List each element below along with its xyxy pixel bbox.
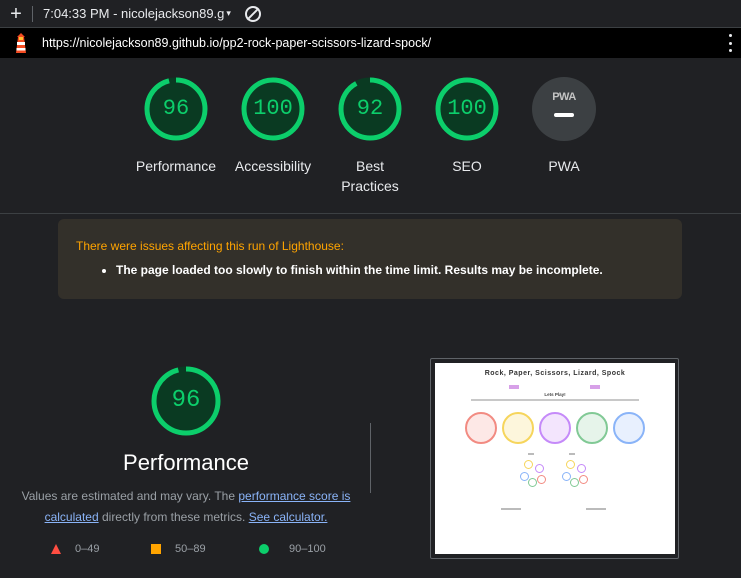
screenshot-title: Rock, Paper, Scissors, Lizard, Spock xyxy=(484,370,626,377)
description-text: Values are estimated and may vary. The xyxy=(21,489,239,503)
legend-pass: 90–100 xyxy=(259,543,326,555)
pwa-dash xyxy=(554,113,574,117)
performance-score: 96 xyxy=(171,387,201,414)
legend-range: 0–49 xyxy=(75,543,100,555)
gauge-value: 92 xyxy=(356,96,384,121)
gauge-label: PWA xyxy=(548,158,580,174)
paper-icon xyxy=(502,412,534,444)
pwa-badge-icon: PWA xyxy=(532,77,596,141)
performance-description: Values are estimated and may vary. The p… xyxy=(20,486,352,528)
gauge-label: SEO xyxy=(452,158,482,174)
description-text: directly from these metrics. xyxy=(98,510,249,524)
gauge-ring: 92 xyxy=(337,76,403,142)
page-screenshot[interactable]: Rock, Paper, Scissors, Lizard, Spock Let… xyxy=(435,363,675,554)
choice-icon xyxy=(535,464,544,473)
circle-icon xyxy=(259,544,269,554)
calculator-link[interactable]: See calculator. xyxy=(249,510,328,524)
triangle-icon xyxy=(51,544,61,554)
chevron-down-icon[interactable]: ▾ xyxy=(226,8,231,19)
url-bar: https://nicolejackson89.github.io/pp2-ro… xyxy=(0,28,741,58)
screenshot-pill xyxy=(509,385,519,389)
gauge-performance[interactable]: 96 Performance xyxy=(127,76,225,176)
gauge-value: 96 xyxy=(162,96,190,121)
screenshot-label xyxy=(528,453,534,455)
page-url[interactable]: https://nicolejackson89.github.io/pp2-ro… xyxy=(42,36,431,50)
legend-fail: 0–49 xyxy=(51,543,99,555)
gauge-pwa[interactable]: PWA PWA xyxy=(515,76,613,176)
more-options-icon[interactable] xyxy=(729,34,733,52)
session-bar: + 7:04:33 PM - nicolejackson89.g ▾ xyxy=(0,0,741,28)
screenshot-pill xyxy=(590,385,600,389)
square-icon xyxy=(151,544,161,554)
gauge-label: Accessibility xyxy=(234,158,312,174)
screenshot-footer-text xyxy=(586,508,606,510)
gauge-value: 100 xyxy=(253,96,293,121)
choice-icon xyxy=(537,475,546,484)
screenshot-label xyxy=(569,453,575,455)
score-gauges: 96 Performance 100 Accessibility 92 Best… xyxy=(0,58,741,214)
legend-average: 50–89 xyxy=(151,543,206,555)
gauge-label: Best Practices xyxy=(341,158,399,194)
choice-icon xyxy=(528,478,537,487)
pwa-badge-text: PWA xyxy=(552,91,576,103)
performance-gauge: 96 xyxy=(150,365,222,437)
screenshot-footer-text xyxy=(501,508,521,510)
performance-title: Performance xyxy=(123,450,249,475)
choice-icon xyxy=(579,475,588,484)
warning-title: There were issues affecting this run of … xyxy=(76,239,344,253)
lighthouse-icon xyxy=(12,32,30,54)
gauge-value: 100 xyxy=(447,96,487,121)
gauge-ring: 100 xyxy=(240,76,306,142)
screenshot-subtitle: Lets Play! xyxy=(544,392,566,397)
gauge-seo[interactable]: 100 SEO xyxy=(418,76,516,176)
gauge-ring: 100 xyxy=(434,76,500,142)
legend-range: 90–100 xyxy=(289,543,326,555)
warning-list: The page loaded too slowly to finish wit… xyxy=(76,263,664,277)
spock-icon xyxy=(613,412,645,444)
divider xyxy=(32,5,33,22)
choice-icon xyxy=(566,460,575,469)
block-icon[interactable] xyxy=(244,5,261,22)
gauge-accessibility[interactable]: 100 Accessibility xyxy=(224,76,322,176)
lighthouse-warning: There were issues affecting this run of … xyxy=(58,219,682,299)
gauge-label: Performance xyxy=(135,158,217,174)
screenshot-line xyxy=(471,399,639,401)
warning-item: The page loaded too slowly to finish wit… xyxy=(116,263,664,277)
session-title[interactable]: 7:04:33 PM - nicolejackson89.g xyxy=(43,6,224,21)
choice-icon xyxy=(524,460,533,469)
new-tab-icon[interactable]: + xyxy=(0,0,32,28)
legend-range: 50–89 xyxy=(175,543,206,555)
rock-icon xyxy=(465,412,497,444)
lizard-icon xyxy=(576,412,608,444)
choice-icon xyxy=(570,478,579,487)
choice-icon xyxy=(577,464,586,473)
gauge-best-practices[interactable]: 92 Best Practices xyxy=(321,76,419,196)
scissors-icon xyxy=(539,412,571,444)
divider xyxy=(370,423,371,493)
gauge-ring: 96 xyxy=(143,76,209,142)
